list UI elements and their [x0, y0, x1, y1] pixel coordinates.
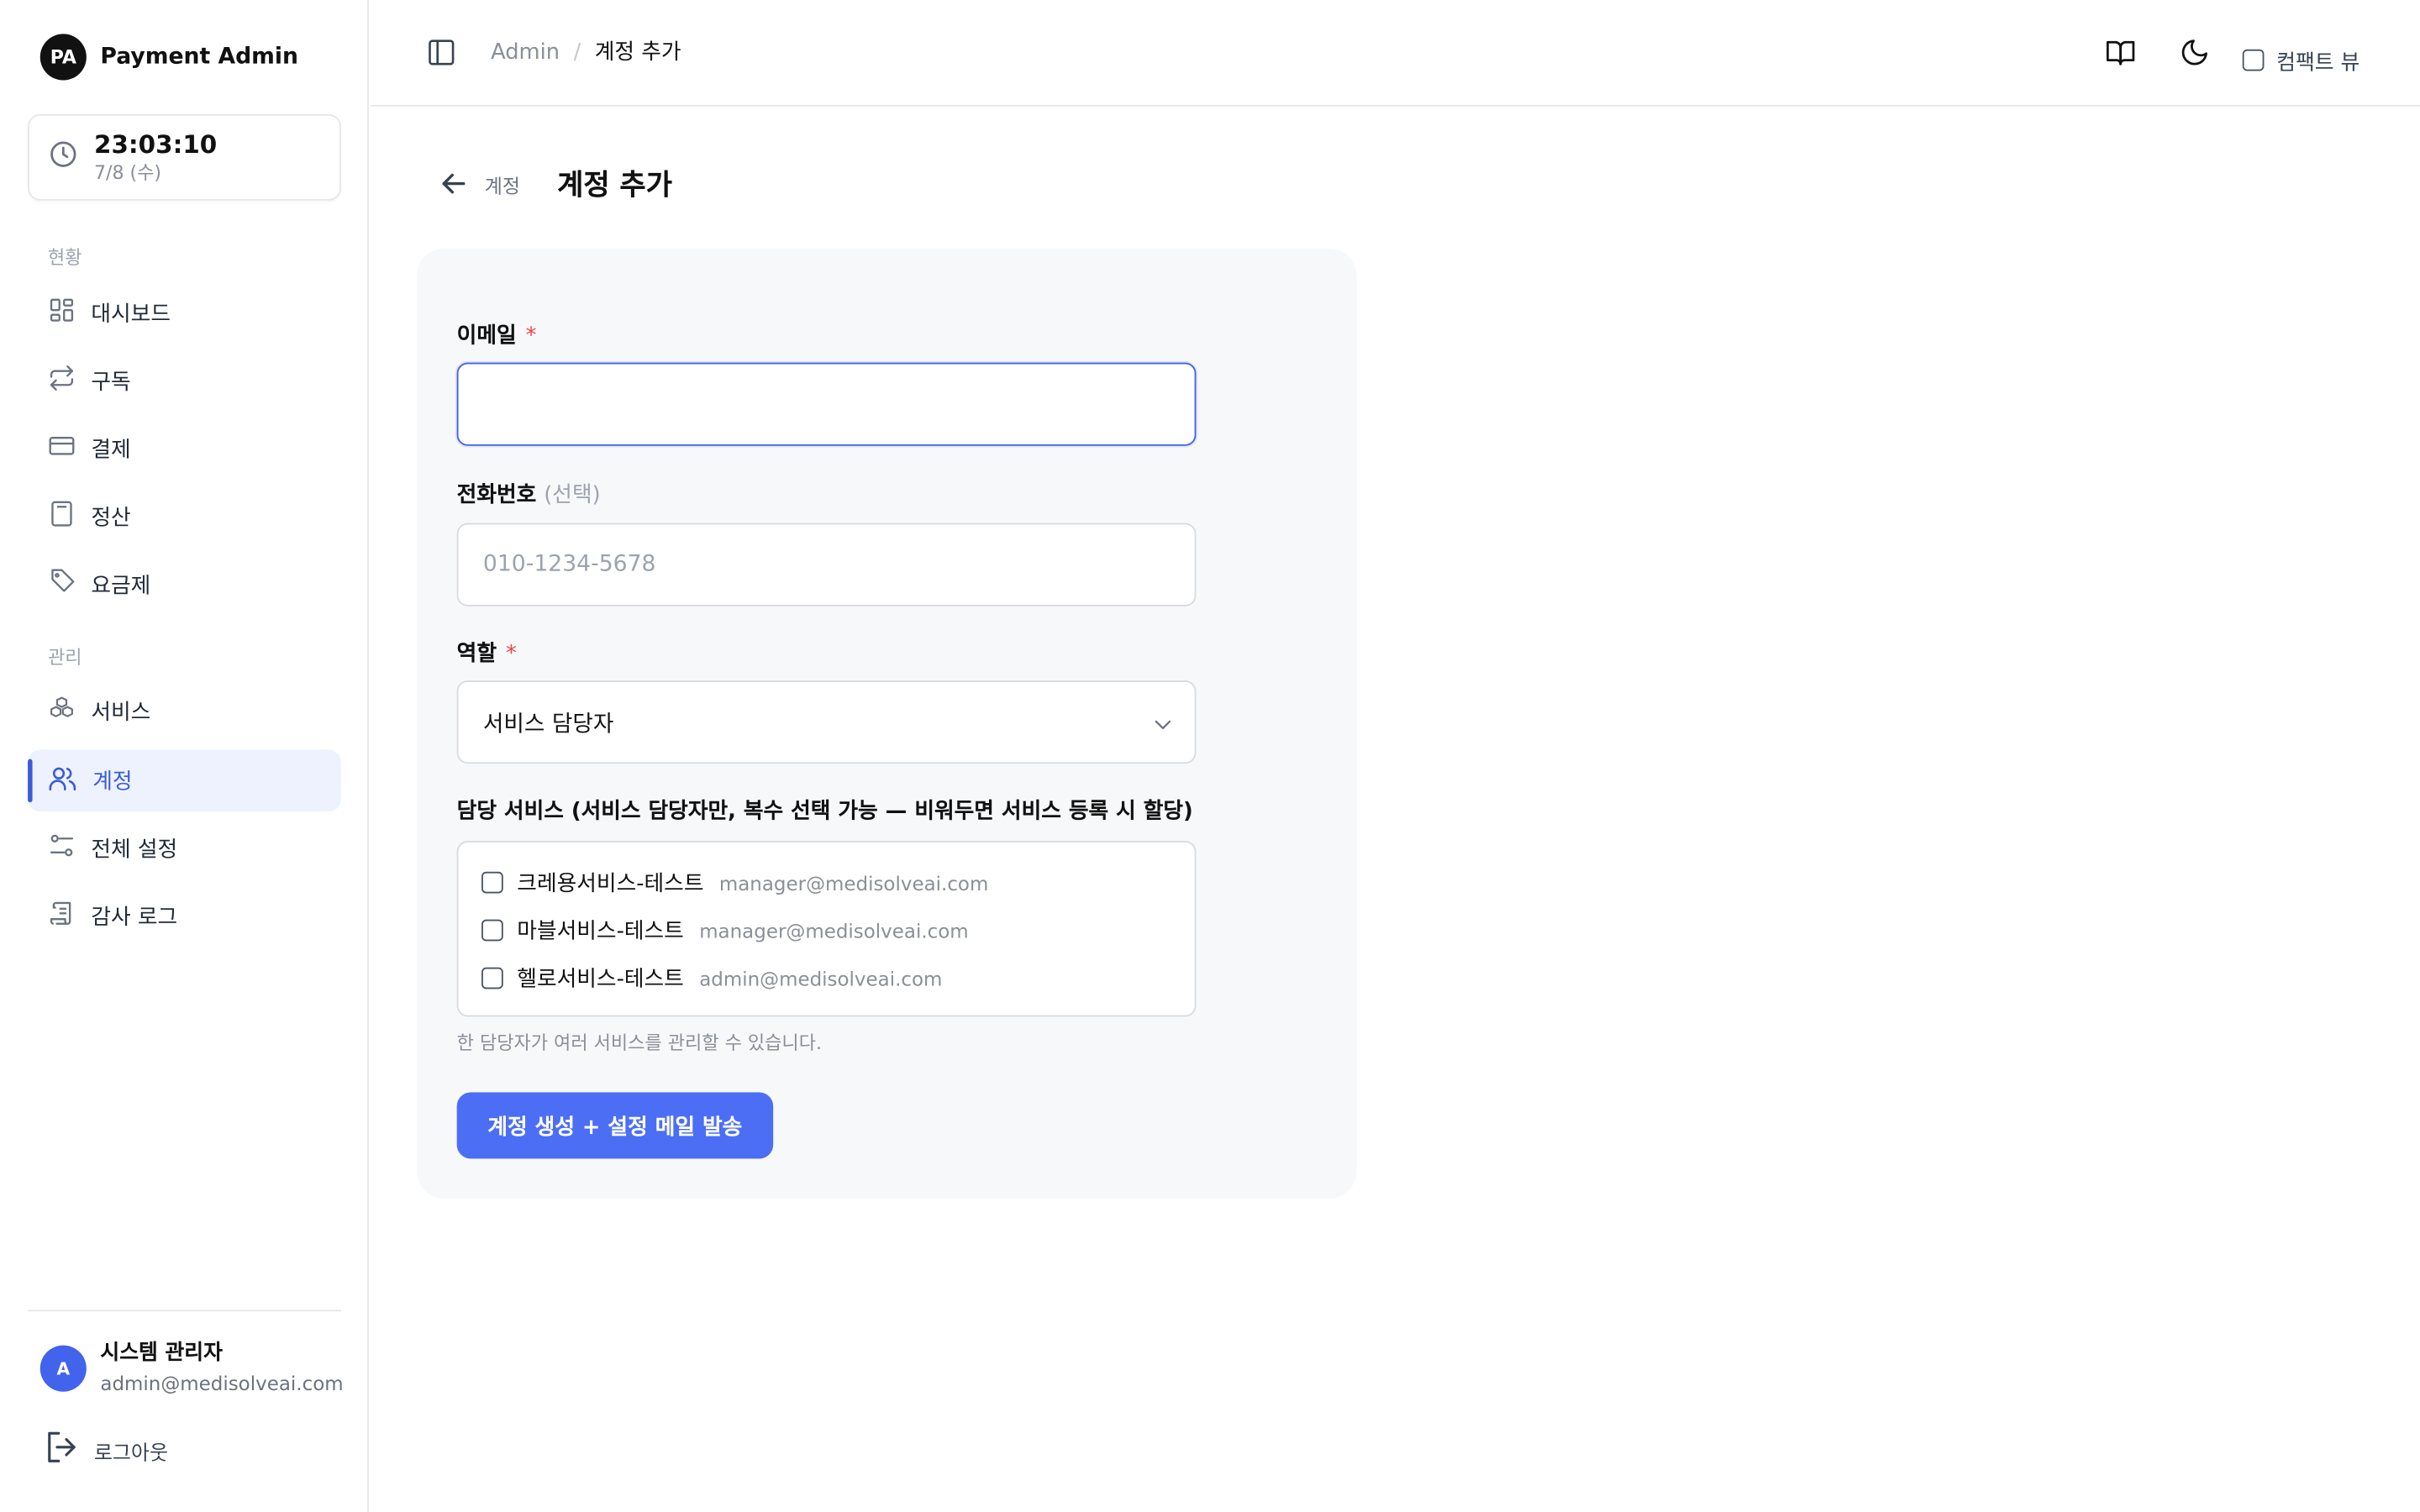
sidebar-item-label: 전체 설정 [91, 837, 178, 863]
section-label-manage: 관리 [47, 646, 82, 669]
service-email: manager@medisolveai.com [718, 870, 989, 895]
sidebar-toggle-button[interactable] [426, 37, 457, 74]
avatar: A [39, 1345, 87, 1392]
role-label-text: 역할 [456, 642, 497, 667]
sidebar-item-label: 결제 [91, 438, 131, 464]
required-mark: * [525, 323, 537, 349]
breadcrumb-separator: / [573, 39, 581, 66]
breadcrumb: Admin / 계정 추가 [491, 37, 681, 68]
sidebar-item-label: 서비스 [91, 700, 151, 726]
email-field[interactable] [456, 362, 1197, 446]
moon-icon [2181, 39, 2207, 66]
arrow-left-icon [442, 173, 466, 194]
user-name: 시스템 관리자 [100, 1341, 223, 1366]
services-label: 담당 서비스 (서비스 담당자만, 복수 선택 가능 — 비워두면 서비스 등록… [456, 799, 1193, 824]
sidebar-item-global-settings[interactable]: 전체 설정 [28, 817, 341, 879]
back-button[interactable]: 계정 [437, 166, 520, 200]
logout-icon [43, 1429, 80, 1472]
sidebar-item-subscriptions[interactable]: 구독 [28, 350, 341, 412]
service-email: admin@medisolveai.com [699, 966, 943, 990]
book-open-icon [2106, 40, 2135, 66]
panel-left-icon [429, 39, 455, 66]
breadcrumb-current: 계정 추가 [594, 39, 681, 66]
sidebar-item-dashboard[interactable]: 대시보드 [28, 282, 341, 344]
logout-label: 로그아웃 [94, 1441, 168, 1465]
users-icon [48, 763, 77, 798]
phone-label: 전화번호 (선택) [457, 478, 601, 509]
boxes-icon [48, 695, 76, 728]
page-title: 계정 추가 [557, 170, 672, 202]
service-email: manager@medisolveai.com [699, 918, 969, 942]
clock-date: 7/8 (수) [94, 160, 161, 183]
role-label: 역할 * [457, 638, 517, 669]
credit-card-icon [48, 432, 76, 465]
sidebar-item-accounts[interactable]: 계정 [28, 749, 341, 812]
sidebar: PA Payment Admin 23:03:10 7/8 (수) 현황 대시보… [0, 0, 369, 1512]
role-select[interactable]: 서비스 담당자 [456, 680, 1197, 764]
service-checkbox[interactable] [481, 871, 503, 894]
chevron-down-icon [1155, 720, 1171, 730]
services-list: 크레용서비스-테스트 manager@medisolveai.com 마블서비스… [456, 841, 1197, 1017]
sidebar-item-label: 계정 [92, 769, 133, 795]
tag-icon [48, 568, 76, 601]
service-option[interactable]: 마블서비스-테스트 manager@medisolveai.com [481, 915, 969, 946]
required-mark: * [506, 642, 517, 667]
compact-view-label: 컴팩트 뷰 [2276, 50, 2360, 76]
brand-logo: PA [39, 34, 87, 81]
service-name: 헬로서비스-테스트 [517, 967, 684, 992]
service-checkbox[interactable] [481, 919, 503, 942]
repeat-icon [48, 364, 76, 397]
back-label: 계정 [484, 173, 520, 197]
email-label-text: 이메일 [456, 323, 517, 349]
role-value: 서비스 담당자 [482, 711, 614, 738]
sidebar-item-label: 대시보드 [91, 302, 171, 328]
sidebar-item-label: 정산 [91, 506, 131, 531]
service-name: 크레용서비스-테스트 [517, 871, 704, 897]
service-checkbox[interactable] [481, 967, 503, 990]
sidebar-item-label: 구독 [91, 370, 131, 396]
service-option[interactable]: 헬로서비스-테스트 admin@medisolveai.com [481, 963, 942, 994]
sidebar-item-payments[interactable]: 결제 [28, 418, 341, 480]
brand[interactable]: PA Payment Admin [39, 34, 298, 81]
clock-card: 23:03:10 7/8 (수) [28, 113, 341, 201]
sidebar-item-settlement[interactable]: 정산 [28, 486, 341, 548]
scroll-icon [48, 900, 76, 933]
compact-view-checkbox[interactable] [2242, 49, 2265, 71]
sidebar-divider [28, 1310, 341, 1312]
top-bar: Admin / 계정 추가 컴팩트 뷰 [370, 0, 2420, 107]
sidebar-item-label: 감사 로그 [91, 906, 178, 931]
sidebar-item-services[interactable]: 서비스 [28, 680, 341, 742]
service-option[interactable]: 크레용서비스-테스트 manager@medisolveai.com [481, 867, 988, 898]
logout-button[interactable]: 로그아웃 [43, 1429, 168, 1472]
section-label-status: 현황 [47, 246, 82, 269]
docs-button[interactable] [2105, 37, 2136, 74]
phone-label-text: 전화번호 [456, 482, 537, 508]
account-form-card: 이메일 * 전화번호 (선택) 010-1234-5678 역할 * 서비스 담당자… [416, 248, 1357, 1200]
theme-toggle-button[interactable] [2179, 37, 2210, 74]
breadcrumb-admin[interactable]: Admin [491, 37, 560, 68]
services-helper-text: 한 담당자가 여러 서비스를 관리할 수 있습니다. [456, 1032, 822, 1054]
service-name: 마블서비스-테스트 [517, 919, 684, 945]
calculator-icon [48, 500, 76, 533]
sliders-icon [48, 832, 76, 865]
compact-view-toggle[interactable]: 컴팩트 뷰 [2242, 45, 2360, 76]
brand-name: Payment Admin [100, 45, 298, 70]
page-heading: 계정 계정 추가 [437, 164, 672, 204]
clock-icon [48, 139, 79, 176]
email-label: 이메일 * [457, 319, 537, 350]
create-account-button[interactable]: 계정 생성 + 설정 메일 발송 [456, 1092, 774, 1159]
dashboard-icon [48, 297, 76, 330]
phone-placeholder: 010-1234-5678 [482, 552, 656, 577]
sidebar-item-label: 요금제 [91, 574, 151, 599]
sidebar-item-audit-log[interactable]: 감사 로그 [28, 885, 341, 947]
sidebar-item-plans[interactable]: 요금제 [28, 554, 341, 615]
user-email: admin@medisolveai.com [100, 1371, 344, 1395]
optional-mark: (선택) [544, 482, 601, 508]
clock-time: 23:03:10 [94, 129, 218, 159]
phone-field[interactable]: 010-1234-5678 [456, 522, 1197, 606]
user-profile: A 시스템 관리자 admin@medisolveai.com [39, 1341, 344, 1396]
